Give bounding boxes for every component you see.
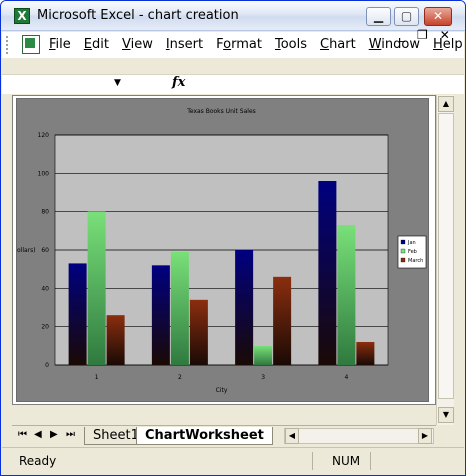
last-sheet-button[interactable]: ⏭: [66, 429, 75, 440]
chart-sheet[interactable]: Texas Books Unit Sales 0 20 40 60 80 100 120 oll…: [12, 95, 436, 405]
bar-march-3: [273, 276, 292, 365]
menu-item-accelerator: C: [319, 37, 330, 52]
bar-jan-4: [318, 181, 337, 365]
legend-swatch: [400, 248, 406, 254]
bar-feb-3: [254, 345, 273, 365]
status-divider: [370, 452, 371, 470]
prev-sheet-button[interactable]: ◀: [34, 429, 42, 440]
menu-item-text: hart: [329, 37, 356, 52]
x-axis-label: City: [216, 387, 228, 394]
y-tick-label: 40: [41, 285, 49, 292]
menu-item[interactable]: Chart: [320, 37, 356, 52]
menu-item[interactable]: View: [122, 37, 153, 52]
scroll-up-button[interactable]: ▲: [438, 96, 454, 112]
scroll-left-button[interactable]: ◀: [285, 428, 299, 444]
bar-march-4: [356, 342, 375, 365]
legend-label: Jan: [407, 240, 416, 246]
name-box-dropdown-icon[interactable]: ▼: [114, 78, 121, 88]
chart-svg[interactable]: Texas Books Unit Sales 0 20 40 60 80 100 120 oll…: [17, 99, 430, 403]
bar-jan-3: [235, 250, 254, 365]
menu-item[interactable]: Edit: [84, 37, 109, 52]
menu-item[interactable]: Insert: [166, 37, 203, 52]
y-tick-label: 100: [38, 170, 50, 177]
toolbar-grip[interactable]: [6, 36, 9, 54]
bar-jan-2: [151, 265, 170, 365]
status-divider: [312, 452, 313, 470]
vertical-scrollbar[interactable]: ▲ ▼: [436, 95, 454, 425]
y-tick-label: 20: [41, 324, 49, 331]
menu-item-accelerator: V: [121, 37, 131, 52]
menu-item-text: nsert: [169, 37, 204, 52]
formula-bar: ▼ fx: [2, 74, 464, 94]
legend-label: March: [408, 258, 423, 264]
document-window-controls: _ ❐ ✕: [399, 28, 459, 42]
menu-bar: File Edit View Insert Format Tools Chart Window…: [2, 32, 464, 58]
chart-area[interactable]: Texas Books Unit Sales 0 20 40 60 80 100 120 oll…: [16, 98, 429, 402]
bar-feb-2: [170, 251, 189, 365]
bar-march-2: [189, 299, 208, 365]
x-tick-label: 1: [95, 374, 99, 381]
next-sheet-button[interactable]: ▶: [50, 429, 58, 440]
maximize-button[interactable]: ▢: [394, 7, 419, 26]
status-text: Ready: [19, 454, 57, 468]
excel-window: X Microsoft Excel - chart creation ▁ ▢ ✕…: [0, 0, 466, 476]
bar-jan-1: [68, 263, 87, 365]
bar-feb-1: [87, 211, 106, 365]
num-lock-indicator: NUM: [332, 454, 361, 468]
y-tick-label: 0: [45, 362, 49, 369]
doc-close-button[interactable]: ✕: [440, 28, 450, 42]
bar-feb-4: [337, 225, 356, 365]
horizontal-scrollbar[interactable]: ◀ ▶: [284, 428, 434, 444]
doc-restore-button[interactable]: ❐: [417, 28, 428, 42]
tab-chartworksheet[interactable]: ChartWorksheet: [136, 427, 273, 445]
window-title: Microsoft Excel - chart creation: [37, 8, 239, 23]
menu-item-accelerator: o: [223, 37, 232, 52]
close-button[interactable]: ✕: [424, 7, 452, 26]
menu-item-accelerator: W: [368, 37, 382, 52]
menu-item-text: ile: [55, 37, 71, 52]
status-bar: Ready NUM: [2, 447, 464, 475]
insert-function-icon[interactable]: fx: [172, 75, 185, 90]
scroll-right-button[interactable]: ▶: [418, 428, 432, 444]
sheet-tabs-bar: ⏮ ◀ ▶ ⏭ Sheet1 ChartWorksheet ◀ ▶: [12, 425, 436, 445]
name-box[interactable]: [16, 77, 128, 93]
menu-item-text: ools: [280, 37, 307, 52]
bar-march-1: [106, 315, 125, 365]
menu-item-text: dit: [92, 37, 109, 52]
menu-item[interactable]: Tools: [275, 37, 307, 52]
excel-app-icon[interactable]: X: [14, 8, 30, 24]
y-tick-label: 120: [38, 132, 50, 139]
menu-item-accelerator: E: [83, 37, 92, 52]
menu-item[interactable]: File: [49, 37, 71, 52]
legend-swatch: [400, 239, 406, 245]
menu-item[interactable]: Format: [216, 37, 262, 52]
y-axis-label: ollars): [17, 247, 36, 254]
minimize-button[interactable]: ▁: [366, 7, 391, 26]
x-tick-label: 3: [261, 374, 265, 381]
x-tick-label: 4: [344, 374, 348, 381]
y-tick-label: 60: [41, 247, 49, 254]
first-sheet-button[interactable]: ⏮: [18, 429, 27, 440]
chart-title: Texas Books Unit Sales: [186, 108, 256, 115]
vertical-scroll-thumb[interactable]: [438, 113, 454, 399]
menu-item-text: iew: [130, 37, 153, 52]
scroll-down-button[interactable]: ▼: [438, 407, 454, 423]
y-tick-label: 80: [41, 209, 49, 216]
doc-minimize-button[interactable]: _: [399, 28, 405, 42]
legend-swatch: [400, 257, 406, 263]
title-bar[interactable]: X Microsoft Excel - chart creation ▁ ▢ ✕: [1, 1, 465, 31]
menu-item-text: rmat: [231, 37, 262, 52]
x-tick-label: 2: [178, 374, 182, 381]
legend-label: Feb: [408, 249, 417, 255]
workbook-icon[interactable]: [22, 35, 40, 54]
